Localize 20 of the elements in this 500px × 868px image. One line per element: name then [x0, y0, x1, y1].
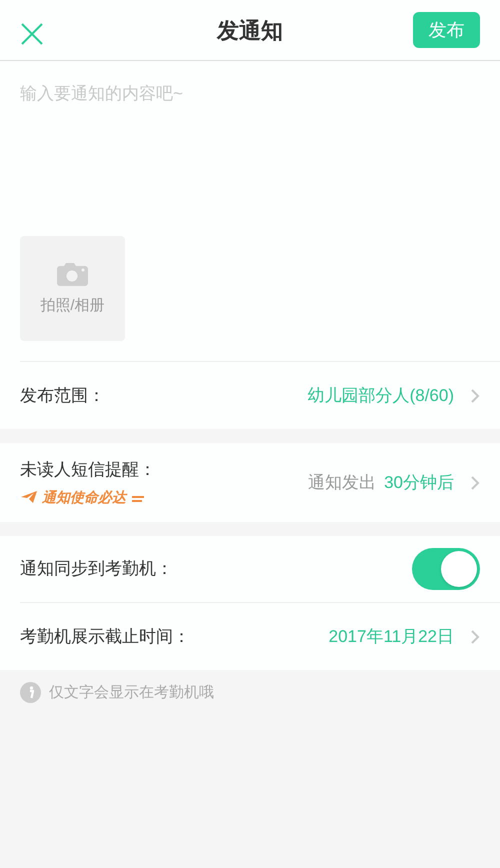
toggle-switch[interactable]	[412, 548, 480, 590]
promo-tag: 通知使命必达	[20, 486, 156, 508]
paper-plane-icon	[20, 490, 38, 504]
chevron-icon	[470, 474, 480, 490]
close-icon	[20, 22, 44, 46]
row-label: 通知同步到考勤机：	[20, 558, 173, 580]
row-label: 考勤机展示截止时间：	[20, 626, 190, 648]
window-title: 发通知	[217, 16, 283, 44]
reminder-time-link[interactable]: 通知发出 30分钟后	[308, 470, 480, 496]
chevron-icon	[470, 388, 480, 404]
publish-button[interactable]: 发布	[413, 12, 480, 48]
row-label: 发布范围：	[20, 384, 105, 407]
row-value-link[interactable]: 幼儿园部分人(8/60)	[308, 382, 480, 408]
chevron-icon	[470, 628, 480, 644]
row-label: 未读人短信提醒：	[20, 459, 156, 482]
photo-button[interactable]: 拍照/相册	[20, 236, 125, 341]
row-value-link[interactable]: 2017年11月22日	[328, 624, 480, 650]
note-text: 仅文字会显示在考勤机哦	[49, 683, 214, 703]
close-button[interactable]	[20, 22, 44, 46]
info-icon	[20, 682, 41, 703]
